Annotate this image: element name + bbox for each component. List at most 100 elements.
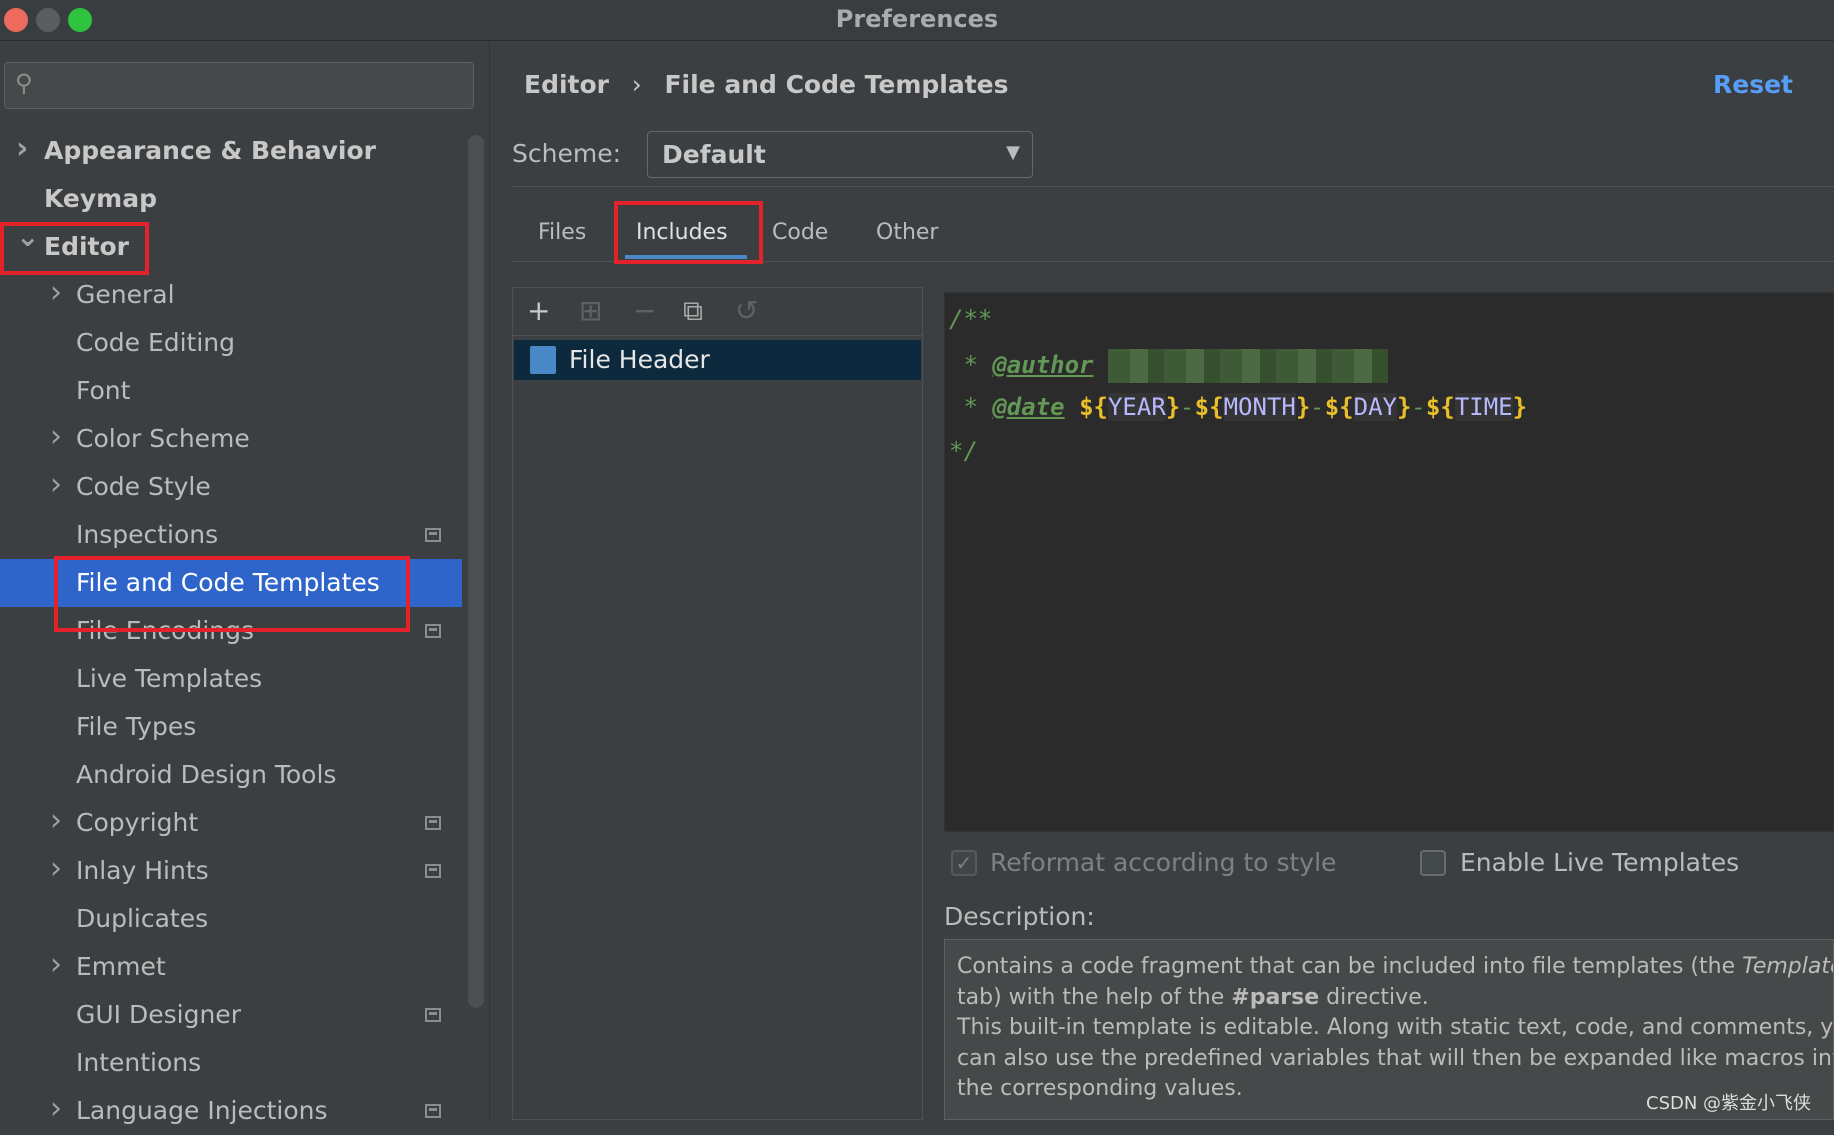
- project-settings-icon: [425, 816, 441, 830]
- chevron-right-icon[interactable]: ›: [50, 941, 62, 989]
- tab-files[interactable]: Files: [538, 220, 586, 245]
- scheme-dropdown[interactable]: Default ▼: [647, 131, 1033, 178]
- sidebar-item-label: Code Editing: [76, 328, 236, 357]
- bold-text: #parse: [1231, 984, 1320, 1010]
- var-time: TIME: [1454, 393, 1513, 421]
- sidebar-item-appearance-behavior[interactable]: › Appearance & Behavior: [0, 127, 462, 175]
- reformat-checkbox[interactable]: ✓: [951, 850, 977, 876]
- var-close: }: [1165, 393, 1181, 421]
- chevron-right-icon[interactable]: ›: [16, 125, 28, 173]
- sidebar-item-file-types[interactable]: File Types: [0, 703, 462, 751]
- add-child-icon[interactable]: ⊞: [579, 294, 602, 327]
- var-month: MONTH: [1223, 393, 1296, 421]
- sidebar-item-label: Duplicates: [76, 904, 209, 933]
- reset-link[interactable]: Reset: [1713, 70, 1793, 99]
- var-open: ${: [1324, 393, 1354, 421]
- breadcrumb-current: File and Code Templates: [664, 70, 1009, 99]
- description-line: can also use the predefined variables th…: [957, 1045, 1834, 1071]
- sidebar-item-code-editing[interactable]: Code Editing: [0, 319, 462, 367]
- comment-prefix: *: [949, 393, 993, 421]
- template-item-file-header[interactable]: File Header: [514, 340, 921, 380]
- sidebar-item-font[interactable]: Font: [0, 367, 462, 415]
- settings-search-input[interactable]: ⚲: [4, 62, 474, 109]
- tab-other[interactable]: Other: [876, 220, 938, 245]
- text: tab) with the help of the: [957, 984, 1232, 1010]
- sidebar-item-emmet[interactable]: › Emmet: [0, 943, 462, 991]
- author-tag: @author: [992, 351, 1094, 379]
- template-editor[interactable]: /** * @author * @date ${YEAR}-${MONTH}-$…: [944, 292, 1834, 832]
- file-template-icon: [530, 346, 556, 374]
- code-line: * @date ${YEAR}-${MONTH}-${DAY}-${TIME}: [949, 393, 1527, 421]
- highlight-box-file-templates: [54, 556, 410, 632]
- sidebar-item-language-injections[interactable]: › Language Injections: [0, 1087, 462, 1135]
- project-settings-icon: [425, 624, 441, 638]
- sidebar-item-inspections[interactable]: Inspections: [0, 511, 462, 559]
- sidebar-item-code-style[interactable]: › Code Style: [0, 463, 462, 511]
- remove-icon[interactable]: −: [633, 294, 656, 327]
- var-open: ${: [1194, 393, 1224, 421]
- sidebar-item-label: Language Injections: [76, 1096, 328, 1125]
- var-open: ${: [1079, 393, 1108, 421]
- sidebar-item-inlay-hints[interactable]: › Inlay Hints: [0, 847, 462, 895]
- sidebar-item-label: Appearance & Behavior: [44, 136, 376, 165]
- templates-toolbar: + ⊞ − ⧉ ↺: [513, 288, 922, 336]
- text: Contains a code fragment that can be inc…: [957, 954, 1743, 979]
- project-settings-icon: [425, 864, 441, 878]
- undo-icon[interactable]: ↺: [735, 294, 758, 327]
- var-year: YEAR: [1107, 393, 1166, 421]
- sidebar-item-android-design-tools[interactable]: Android Design Tools: [0, 751, 462, 799]
- chevron-right-icon[interactable]: ›: [50, 797, 62, 845]
- sidebar-item-copyright[interactable]: › Copyright: [0, 799, 462, 847]
- breadcrumb-separator-icon: ›: [631, 70, 642, 99]
- sidebar-scrollbar[interactable]: [468, 135, 484, 1008]
- var-close: }: [1397, 393, 1412, 421]
- add-icon[interactable]: +: [527, 294, 550, 327]
- sidebar-item-label: Emmet: [76, 952, 166, 981]
- chevron-right-icon[interactable]: ›: [50, 461, 62, 509]
- window-title: Preferences: [835, 5, 999, 33]
- sidebar-item-label: Font: [76, 376, 131, 405]
- sidebar-item-label: Inspections: [76, 520, 219, 549]
- scheme-label: Scheme:: [512, 139, 621, 168]
- text: directive.: [1319, 984, 1429, 1010]
- chevron-right-icon[interactable]: ›: [50, 269, 62, 317]
- sidebar-item-label: Copyright: [76, 808, 199, 837]
- code-line: */: [949, 437, 978, 465]
- highlight-box-editor: [0, 222, 149, 275]
- enable-live-templates-checkbox[interactable]: [1420, 850, 1446, 876]
- comment-prefix: *: [949, 351, 993, 379]
- template-label: File Header: [569, 345, 710, 374]
- sidebar-item-intentions[interactable]: Intentions: [0, 1039, 462, 1087]
- chevron-right-icon[interactable]: ›: [50, 1085, 62, 1133]
- chevron-right-icon[interactable]: ›: [50, 845, 62, 893]
- tab-code[interactable]: Code: [772, 220, 828, 245]
- sidebar-item-label: Inlay Hints: [76, 856, 209, 885]
- sidebar-item-label: Keymap: [44, 184, 158, 213]
- chevron-down-icon: ▼: [1006, 142, 1020, 163]
- dash: -: [1411, 393, 1426, 421]
- breadcrumb-editor[interactable]: Editor: [524, 70, 609, 99]
- code-line: /**: [949, 305, 993, 333]
- description-line: This built-in template is editable. Alon…: [957, 1015, 1834, 1040]
- sidebar-item-live-templates[interactable]: Live Templates: [0, 655, 462, 703]
- templates-list-panel: + ⊞ − ⧉ ↺ File Header: [512, 287, 923, 1120]
- dash: -: [1310, 393, 1325, 421]
- sidebar-item-label: Android Design Tools: [76, 760, 337, 789]
- sidebar-item-label: Code Style: [76, 472, 211, 501]
- var-close: }: [1512, 393, 1528, 421]
- date-tag: @date: [992, 393, 1065, 421]
- redacted-author: [1107, 349, 1388, 383]
- scheme-value: Default: [662, 140, 766, 169]
- copy-icon[interactable]: ⧉: [683, 294, 703, 328]
- project-settings-icon: [425, 1104, 441, 1118]
- sidebar-item-color-scheme[interactable]: › Color Scheme: [0, 415, 462, 463]
- sidebar-item-label: Live Templates: [76, 664, 263, 693]
- project-settings-icon: [425, 528, 441, 542]
- sidebar-item-gui-designer[interactable]: GUI Designer: [0, 991, 462, 1039]
- var-open: ${: [1425, 393, 1455, 421]
- sidebar-item-duplicates[interactable]: Duplicates: [0, 895, 462, 943]
- sidebar-item-general[interactable]: › General: [0, 271, 462, 319]
- sidebar-item-keymap[interactable]: Keymap: [0, 175, 462, 223]
- chevron-right-icon[interactable]: ›: [50, 413, 62, 461]
- description-line: tab) with the help of the #parse directi…: [957, 983, 1821, 1014]
